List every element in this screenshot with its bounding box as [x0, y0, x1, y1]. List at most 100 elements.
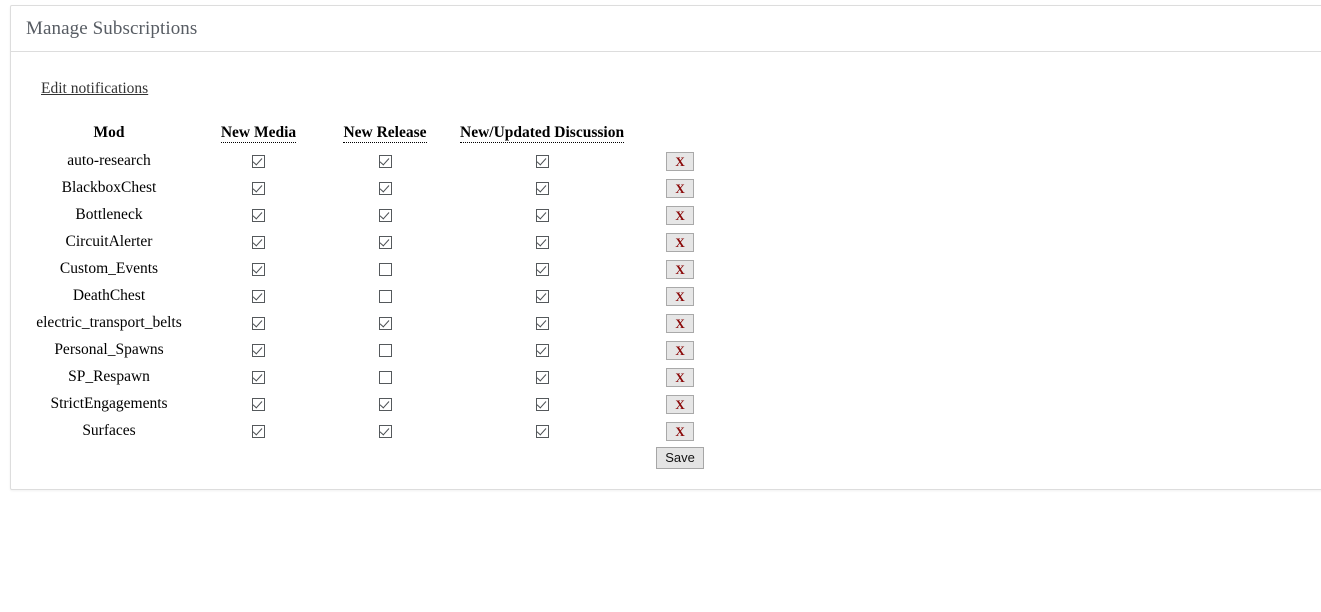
checkbox-new-release[interactable]: [378, 154, 392, 168]
checkbox-new-release[interactable]: [378, 235, 392, 249]
checkbox-new-media-cell: [207, 228, 310, 255]
delete-subscription-button[interactable]: X: [666, 232, 695, 252]
checkbox-new-media[interactable]: [252, 208, 265, 222]
delete-subscription-button[interactable]: X: [666, 313, 695, 333]
checkbox-new-updated-discussion[interactable]: [535, 424, 549, 438]
checkbox-new-updated-discussion-cell: [460, 336, 624, 363]
column-header-mod-label: Mod: [93, 124, 125, 141]
checkbox-new-release[interactable]: [378, 424, 392, 438]
checkbox-new-media-cell: [207, 363, 310, 390]
delete-button-cell: X: [624, 363, 736, 390]
checkbox-new-media[interactable]: [252, 424, 265, 438]
edit-notifications-link[interactable]: Edit notifications: [41, 80, 148, 97]
mod-name-label: DeathChest: [72, 287, 146, 304]
checkbox-new-release[interactable]: [378, 262, 392, 276]
checkbox-new-release[interactable]: [378, 316, 392, 330]
save-row-spacer-1: [11, 444, 207, 471]
delete-button-cell: X: [624, 255, 736, 282]
mod-name-cell: DeathChest: [11, 282, 207, 309]
column-header-new-release: New Release: [310, 120, 460, 147]
checkbox-new-media-cell: [207, 309, 310, 336]
column-header-new-updated-discussion: New/Updated Discussion: [460, 120, 625, 147]
checkbox-new-media-cell: [207, 336, 310, 363]
checkbox-new-updated-discussion[interactable]: [535, 181, 549, 195]
mod-name-cell: CircuitAlerter: [11, 228, 207, 255]
checkbox-new-updated-discussion-cell: [460, 255, 624, 282]
checkbox-new-media[interactable]: [252, 154, 265, 168]
delete-subscription-button[interactable]: X: [666, 421, 695, 441]
mod-name-cell: Personal_Spawns: [11, 336, 207, 363]
mod-name-label: BlackboxChest: [61, 179, 157, 196]
checkbox-new-release-cell: [310, 255, 460, 282]
mod-name-cell: electric_transport_belts: [11, 309, 207, 336]
checkbox-new-media[interactable]: [252, 343, 265, 357]
checkbox-new-media[interactable]: [252, 289, 265, 303]
panel-body: Edit notifications Mod New Media New Rel…: [11, 52, 1321, 489]
checkbox-new-media[interactable]: [252, 316, 265, 330]
save-row: Save: [11, 444, 736, 471]
delete-subscription-button[interactable]: X: [666, 367, 695, 387]
checkbox-new-updated-discussion[interactable]: [535, 208, 549, 222]
delete-subscription-button[interactable]: X: [666, 286, 695, 306]
delete-subscription-button[interactable]: X: [666, 205, 695, 225]
checkbox-new-media-cell: [207, 417, 310, 444]
checkbox-new-release[interactable]: [378, 343, 392, 357]
mod-name-label: Surfaces: [82, 422, 136, 439]
checkbox-new-updated-discussion[interactable]: [535, 235, 549, 249]
table-header-row: Mod New Media New Release New/Updated Di…: [11, 120, 736, 147]
checkbox-new-updated-discussion[interactable]: [535, 316, 549, 330]
save-button[interactable]: Save: [656, 447, 705, 470]
save-row-spacer-2: [207, 444, 310, 471]
checkbox-new-updated-discussion[interactable]: [535, 262, 549, 276]
column-header-new-updated-discussion-label[interactable]: New/Updated Discussion: [460, 124, 625, 143]
checkbox-new-media[interactable]: [252, 370, 265, 384]
delete-subscription-button[interactable]: X: [666, 340, 695, 360]
column-header-new-release-label[interactable]: New Release: [343, 124, 427, 143]
delete-subscription-button[interactable]: X: [666, 259, 695, 279]
checkbox-new-media[interactable]: [252, 181, 265, 195]
checkbox-new-updated-discussion[interactable]: [535, 343, 549, 357]
checkbox-new-updated-discussion[interactable]: [535, 154, 549, 168]
delete-button-cell: X: [624, 201, 736, 228]
table-row: BlackboxChest X: [11, 174, 736, 201]
panel-header: Manage Subscriptions: [11, 6, 1321, 52]
checkbox-new-updated-discussion[interactable]: [535, 397, 549, 411]
checkbox-new-updated-discussion-cell: [460, 417, 624, 444]
save-button-cell: Save: [624, 444, 736, 471]
checkbox-new-media-cell: [207, 390, 310, 417]
delete-button-cell: X: [624, 228, 736, 255]
checkbox-new-release[interactable]: [378, 370, 392, 384]
checkbox-new-release[interactable]: [378, 208, 392, 222]
delete-button-cell: X: [624, 282, 736, 309]
checkbox-new-media[interactable]: [252, 235, 265, 249]
delete-subscription-button[interactable]: X: [666, 394, 695, 414]
mod-name-cell: BlackboxChest: [11, 174, 207, 201]
table-row: electric_transport_belts X: [11, 309, 736, 336]
checkbox-new-release-cell: [310, 336, 460, 363]
checkbox-new-release[interactable]: [378, 181, 392, 195]
mod-name-cell: Bottleneck: [11, 201, 207, 228]
save-row-spacer-4: [460, 444, 624, 471]
mod-name-label: Personal_Spawns: [54, 341, 164, 358]
checkbox-new-updated-discussion[interactable]: [535, 370, 549, 384]
save-row-spacer-3: [310, 444, 460, 471]
mod-name-cell: Custom_Events: [11, 255, 207, 282]
table-body: auto-research X BlackboxChest X Bottleneck X C…: [11, 147, 736, 444]
mod-name-cell: Surfaces: [11, 417, 207, 444]
delete-subscription-button[interactable]: X: [666, 151, 695, 171]
checkbox-new-updated-discussion-cell: [460, 390, 624, 417]
checkbox-new-release-cell: [310, 309, 460, 336]
checkbox-new-release[interactable]: [378, 397, 392, 411]
checkbox-new-release-cell: [310, 363, 460, 390]
delete-button-cell: X: [624, 309, 736, 336]
delete-button-cell: X: [624, 174, 736, 201]
checkbox-new-media[interactable]: [252, 262, 265, 276]
checkbox-new-media[interactable]: [252, 397, 265, 411]
column-header-mod: Mod: [11, 120, 207, 147]
column-header-new-media-label[interactable]: New Media: [220, 124, 297, 143]
delete-subscription-button[interactable]: X: [666, 178, 695, 198]
mod-name-label: Custom_Events: [59, 260, 159, 277]
checkbox-new-updated-discussion[interactable]: [535, 289, 549, 303]
mod-name-cell: SP_Respawn: [11, 363, 207, 390]
checkbox-new-release[interactable]: [378, 289, 392, 303]
